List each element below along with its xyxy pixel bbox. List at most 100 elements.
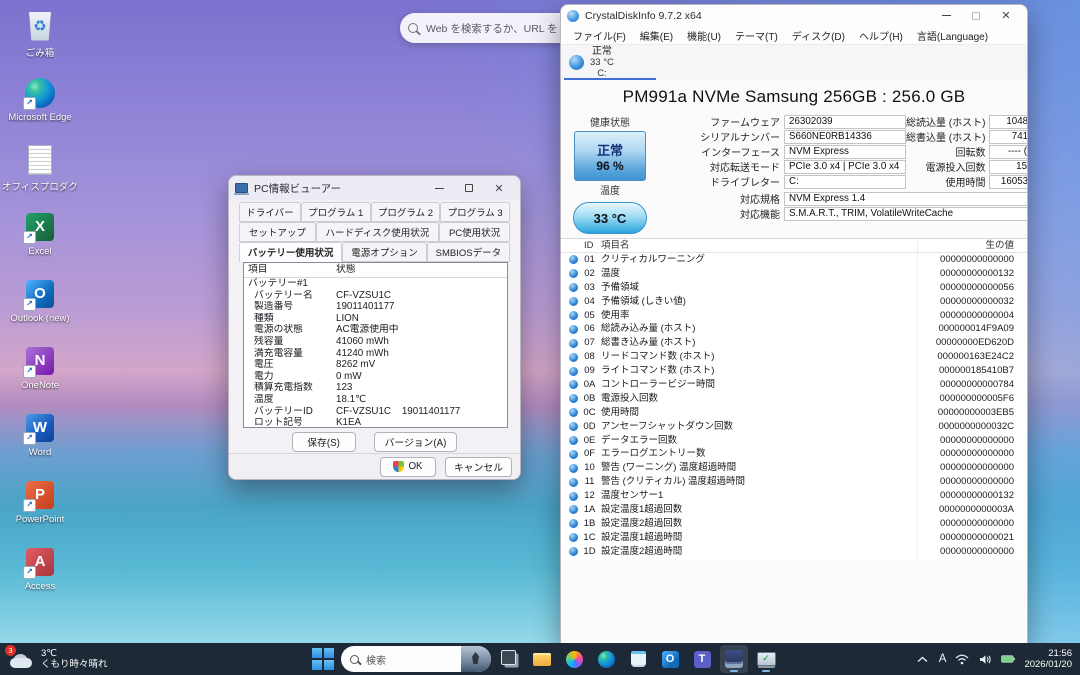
list-item[interactable]: 種類 LION — [244, 313, 507, 325]
smart-row[interactable]: 03 予備領域 00000000000056 — [561, 280, 1027, 295]
list-item[interactable]: バッテリー#1 — [244, 278, 507, 290]
cdi-titlebar[interactable]: CrystalDiskInfo 9.7.2 x64 ✕ — [561, 5, 1027, 26]
list-item[interactable]: 温度 18.1℃ — [244, 394, 507, 406]
tab[interactable]: SMBIOSデータ — [426, 242, 511, 262]
battery-icon[interactable] — [1001, 651, 1016, 667]
edge-icon[interactable]: Microsoft Edge — [2, 71, 78, 138]
widgets-weather-button[interactable]: 3 3℃ くもり時々晴れ — [5, 643, 108, 675]
list-item[interactable]: 電圧 8262 mV — [244, 359, 507, 371]
tray-overflow-chevron-icon[interactable] — [916, 651, 930, 667]
pcinfo-window-title: PC情報ビューアー — [254, 182, 342, 195]
tab[interactable]: バッテリー使用状況 — [239, 242, 343, 262]
temperature-button[interactable]: 33 °C — [573, 202, 647, 234]
outlook-icon[interactable]: Outlook (new) — [2, 272, 78, 339]
edge-taskbar-icon[interactable] — [592, 645, 620, 673]
start-button[interactable] — [310, 646, 336, 672]
office-product-key-icon[interactable]: オフィスプロダクトキー — [2, 138, 78, 205]
menu-item[interactable]: 機能(U) — [681, 27, 727, 44]
minimize-icon[interactable] — [931, 6, 961, 26]
menu-item[interactable]: ディスク(D) — [786, 27, 851, 44]
smart-row[interactable]: 11 警告 (クリティカル) 温度超過時間 00000000000000 — [561, 475, 1027, 490]
tab[interactable]: プログラム 3 — [440, 202, 510, 222]
smart-row[interactable]: 1A 設定温度1超過回数 0000000000003A — [561, 503, 1027, 517]
smart-row[interactable]: 0B 電源投入回数 000000000005F6 — [561, 391, 1027, 406]
minimize-icon[interactable] — [424, 178, 454, 198]
microsoft-store-icon[interactable] — [624, 645, 652, 673]
menu-item[interactable]: 編集(E) — [634, 27, 679, 44]
smart-row[interactable]: 05 使用率 00000000000004 — [561, 308, 1027, 323]
edge-search-bar[interactable]: Web を検索するか、URL を入 — [400, 13, 566, 43]
smart-row[interactable]: 06 総読み込み量 (ホスト) 000000014F9A09 — [561, 322, 1027, 337]
smart-row[interactable]: 1D 設定温度2超過時間 00000000000000 — [561, 544, 1027, 559]
cancel-button[interactable]: キャンセル — [445, 456, 512, 477]
disk-tab-status: 正常 — [591, 46, 612, 57]
smart-row[interactable]: 12 温度センサー1 00000000000132 — [561, 489, 1027, 504]
onenote-icon[interactable]: OneNote — [2, 339, 78, 406]
desktop-icon-column: ごみ箱 Microsoft Edge オフィスプロダクトキー Excel Out… — [2, 4, 78, 607]
smart-row[interactable]: 0F エラーログエントリー数 00000000000000 — [561, 447, 1027, 462]
desktop-icon-label: オフィスプロダクトキー — [2, 182, 78, 193]
ime-mode-indicator[interactable]: A — [939, 653, 947, 665]
taskbar-clock[interactable]: 21:56 2026/01/20 — [1024, 648, 1076, 670]
smart-row[interactable]: 1B 設定温度2超過回数 00000000000000 — [561, 516, 1027, 531]
list-item[interactable]: バッテリー名 CF-VZSU1C — [244, 290, 507, 302]
smart-row[interactable]: 01 クリティカルワーニング 00000000000000 — [561, 253, 1027, 267]
pc-info-viewer-taskbar-icon[interactable] — [752, 645, 780, 673]
list-item[interactable]: 満充電容量 41240 mWh — [244, 348, 507, 360]
wifi-icon[interactable] — [955, 651, 969, 667]
smart-row[interactable]: 10 警告 (ワーニング) 温度超過時間 00000000000000 — [561, 461, 1027, 476]
list-item[interactable]: バッテリーID CF-VZSU1C 19011401177 — [244, 406, 507, 418]
smart-row[interactable]: 0A コントローラービジー時間 00000000000784 — [561, 378, 1027, 392]
smart-row[interactable]: 02 温度 00000000000132 — [561, 266, 1027, 281]
list-item[interactable]: 積算充電指数 123 — [244, 382, 507, 394]
ok-button[interactable]: OK — [380, 456, 437, 477]
list-item[interactable]: ロット記号 K1EA — [244, 417, 507, 427]
access-icon[interactable]: Access — [2, 540, 78, 607]
menu-item[interactable]: ファイル(F) — [567, 27, 632, 44]
volume-icon[interactable] — [978, 651, 992, 667]
copilot-icon[interactable] — [560, 645, 588, 673]
menu-item[interactable]: 言語(Language) — [911, 27, 994, 44]
tab[interactable]: ドライバー — [239, 202, 301, 222]
menu-item[interactable]: ヘルプ(H) — [853, 27, 909, 44]
smart-row[interactable]: 09 ライトコマンド数 (ホスト) 000000185410B7 — [561, 364, 1027, 379]
word-icon[interactable]: Word — [2, 406, 78, 473]
recycle-bin-icon[interactable]: ごみ箱 — [2, 4, 78, 71]
list-item[interactable]: 電源の状態 AC電源使用中 — [244, 324, 507, 336]
close-icon[interactable]: ✕ — [991, 6, 1021, 26]
tab[interactable]: PC使用状況 — [439, 222, 510, 242]
smart-row[interactable]: 0C 使用時間 00000000003EB5 — [561, 405, 1027, 420]
tab[interactable]: ハードディスク使用状況 — [315, 222, 440, 242]
excel-icon[interactable]: Excel — [2, 205, 78, 272]
smart-row[interactable]: 0D アンセーフシャットダウン回数 0000000000032C — [561, 419, 1027, 434]
smart-row[interactable]: 0E データエラー回数 00000000000000 — [561, 433, 1027, 448]
disk-tab-c[interactable]: 正常 33 °C C: — [561, 45, 624, 80]
tab[interactable]: プログラム 1 — [300, 202, 371, 222]
file-explorer-icon[interactable] — [528, 645, 556, 673]
smart-row[interactable]: 04 予備領域 (しきい値) 00000000000032 — [561, 294, 1027, 309]
powerpoint-icon[interactable]: PowerPoint — [2, 473, 78, 540]
tab[interactable]: プログラム 2 — [370, 202, 441, 222]
tab[interactable]: 電源オプション — [342, 242, 427, 262]
list-item[interactable]: 製造番号 19011401177 — [244, 301, 507, 313]
list-item[interactable]: 電力 0 mW — [244, 371, 507, 383]
list-item[interactable]: 残容量 41060 mWh — [244, 336, 507, 348]
smart-row[interactable]: 1C 設定温度1超過時間 00000000000021 — [561, 530, 1027, 545]
outlook-taskbar-icon[interactable] — [656, 645, 684, 673]
teams-icon[interactable] — [688, 645, 716, 673]
desktop-icon-label: Access — [24, 581, 56, 592]
version-button[interactable]: バージョン(A) — [373, 432, 458, 452]
crystaldiskinfo-taskbar-icon[interactable] — [720, 645, 748, 673]
save-button[interactable]: 保存(S) — [291, 432, 356, 452]
smart-row[interactable]: 07 総書き込み量 (ホスト) 00000000ED620D — [561, 336, 1027, 351]
smart-row[interactable]: 08 リードコマンド数 (ホスト) 000000163E24C2 — [561, 350, 1027, 365]
taskbar-search-box[interactable]: 検索 — [341, 646, 491, 672]
task-view-icon[interactable] — [496, 645, 524, 673]
disk-model-title: PM991a NVMe Samsung 256GB : 256.0 GB — [622, 87, 966, 106]
health-status-button[interactable]: 正常 96 % — [574, 131, 646, 181]
close-icon[interactable]: ✕ — [484, 178, 514, 198]
pcinfo-titlebar[interactable]: PC情報ビューアー ✕ — [229, 176, 520, 200]
menu-item[interactable]: テーマ(T) — [729, 27, 784, 44]
tab[interactable]: セットアップ — [239, 222, 316, 242]
maximize-icon[interactable] — [454, 178, 484, 198]
